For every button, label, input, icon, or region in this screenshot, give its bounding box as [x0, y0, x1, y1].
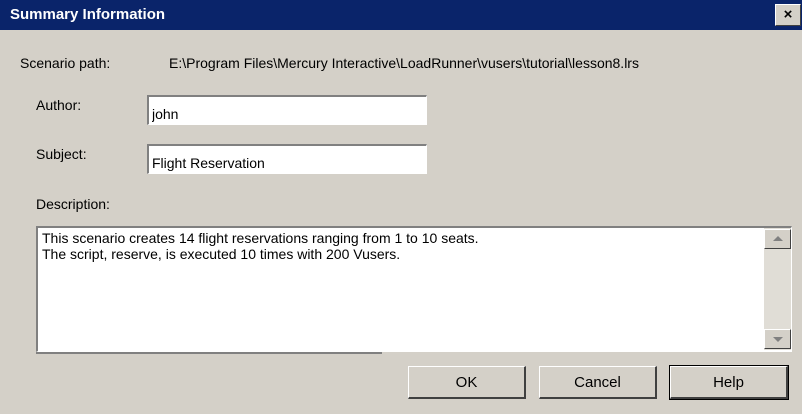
divider	[36, 352, 382, 354]
scroll-down-button[interactable]	[764, 329, 791, 349]
author-label: Author:	[36, 97, 82, 113]
close-button[interactable]: ×	[775, 4, 801, 26]
description-scrollbar[interactable]	[764, 228, 791, 350]
description-field[interactable]: This scenario creates 14 flight reservat…	[38, 228, 763, 348]
arrow-up-icon	[773, 236, 783, 241]
description-label: Description:	[36, 196, 110, 212]
close-icon: ×	[783, 6, 793, 23]
scenario-path-value: E:\Program Files\Mercury Interactive\Loa…	[169, 55, 639, 71]
window-title: Summary Information	[10, 6, 166, 23]
title-bar: Summary Information ×	[0, 0, 802, 30]
subject-label: Subject:	[36, 146, 87, 162]
author-field[interactable]	[147, 95, 427, 125]
cancel-button[interactable]: Cancel	[539, 366, 657, 399]
subject-field[interactable]	[147, 144, 427, 174]
scroll-up-button[interactable]	[764, 229, 791, 249]
help-button[interactable]: Help	[669, 365, 789, 400]
arrow-down-icon	[773, 337, 783, 342]
scenario-path-label: Scenario path:	[20, 55, 111, 71]
ok-button[interactable]: OK	[408, 366, 526, 399]
description-box: This scenario creates 14 flight reservat…	[36, 226, 792, 352]
